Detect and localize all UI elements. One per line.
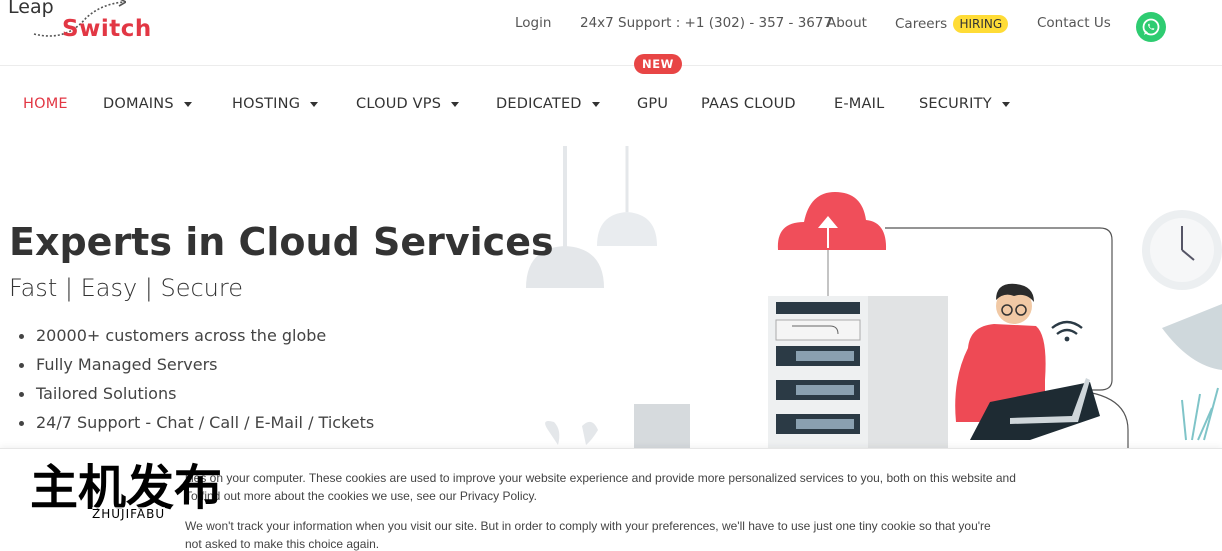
contact-us-link[interactable]: Contact Us xyxy=(1037,15,1111,31)
list-item: 24/7 Support - Chat / Call / E-Mail / Ti… xyxy=(18,413,374,442)
chevron-down-icon xyxy=(183,101,192,107)
hiring-badge: HIRING xyxy=(953,15,1009,33)
nav-item-cloud-vps-label: CLOUD VPS xyxy=(356,96,442,112)
cloud-server-illustration xyxy=(526,146,1222,450)
careers-link[interactable]: Careers HIRING xyxy=(895,15,1009,33)
watermark-latin-text: ZHUJIFABU xyxy=(92,507,166,521)
chevron-down-icon xyxy=(451,101,460,107)
nav-item-dedicated[interactable]: DEDICATED xyxy=(496,96,600,112)
whatsapp-icon[interactable] xyxy=(1136,12,1166,42)
nav-item-security[interactable]: SECURITY xyxy=(919,96,1010,112)
support-phone-link[interactable]: 24x7 Support : +1 (302) - 357 - 3677 xyxy=(580,15,832,31)
whatsapp-glyph-icon xyxy=(1142,18,1160,36)
list-item: 20000+ customers across the globe xyxy=(18,326,374,355)
list-item: Fully Managed Servers xyxy=(18,355,374,384)
nav-item-domains-label: DOMAINS xyxy=(103,96,174,112)
nav-item-gpu[interactable]: GPU xyxy=(637,96,668,112)
cookie-text-line3: We won't track your information when you… xyxy=(185,519,991,533)
chevron-down-icon xyxy=(1001,101,1010,107)
cookie-text-line1: kies on your computer. These cookies are… xyxy=(185,471,1016,485)
nav-item-paas-cloud[interactable]: PAAS CLOUD xyxy=(701,96,796,112)
nav-item-hosting-label: HOSTING xyxy=(232,96,301,112)
chevron-down-icon xyxy=(310,101,319,107)
cookie-text-line4: not asked to make this choice again. xyxy=(185,537,380,551)
list-item: Tailored Solutions xyxy=(18,384,374,413)
nav-item-hosting[interactable]: HOSTING xyxy=(232,96,319,112)
nav-item-dedicated-label: DEDICATED xyxy=(496,96,582,112)
careers-label: Careers xyxy=(895,16,948,32)
chevron-down-icon xyxy=(591,101,600,107)
logo-text-switch: Switch xyxy=(62,16,152,42)
logo[interactable]: Leap Switch xyxy=(8,0,158,52)
hero-subtitle: Fast | Easy | Secure xyxy=(9,274,243,302)
main-nav: HOME DOMAINS HOSTING CLOUD VPS DEDICATED… xyxy=(0,67,1222,145)
cookie-text-secondary: We won't track your information when you… xyxy=(185,517,1005,551)
new-badge: NEW xyxy=(634,54,682,74)
nav-item-cloud-vps[interactable]: CLOUD VPS xyxy=(356,96,460,112)
about-link[interactable]: About xyxy=(827,15,867,31)
cookie-text-primary: kies on your computer. These cookies are… xyxy=(185,469,1085,505)
nav-item-security-label: SECURITY xyxy=(919,96,992,112)
hero-title: Experts in Cloud Services xyxy=(9,220,554,264)
login-link[interactable]: Login xyxy=(515,15,551,31)
logo-text-leap: Leap xyxy=(8,0,54,18)
hero-feature-list: 20000+ customers across the globe Fully … xyxy=(18,326,374,442)
cookie-text-line2: To find out more about the cookies we us… xyxy=(185,489,537,503)
nav-item-email[interactable]: E-MAIL xyxy=(834,96,884,112)
watermark: 主机发布 ZHUJIFABU xyxy=(30,460,230,524)
top-utility-bar: Leap Switch Login 24x7 Support : +1 (302… xyxy=(0,0,1222,66)
nav-item-home[interactable]: HOME xyxy=(23,96,68,112)
nav-item-domains[interactable]: DOMAINS xyxy=(103,96,192,112)
